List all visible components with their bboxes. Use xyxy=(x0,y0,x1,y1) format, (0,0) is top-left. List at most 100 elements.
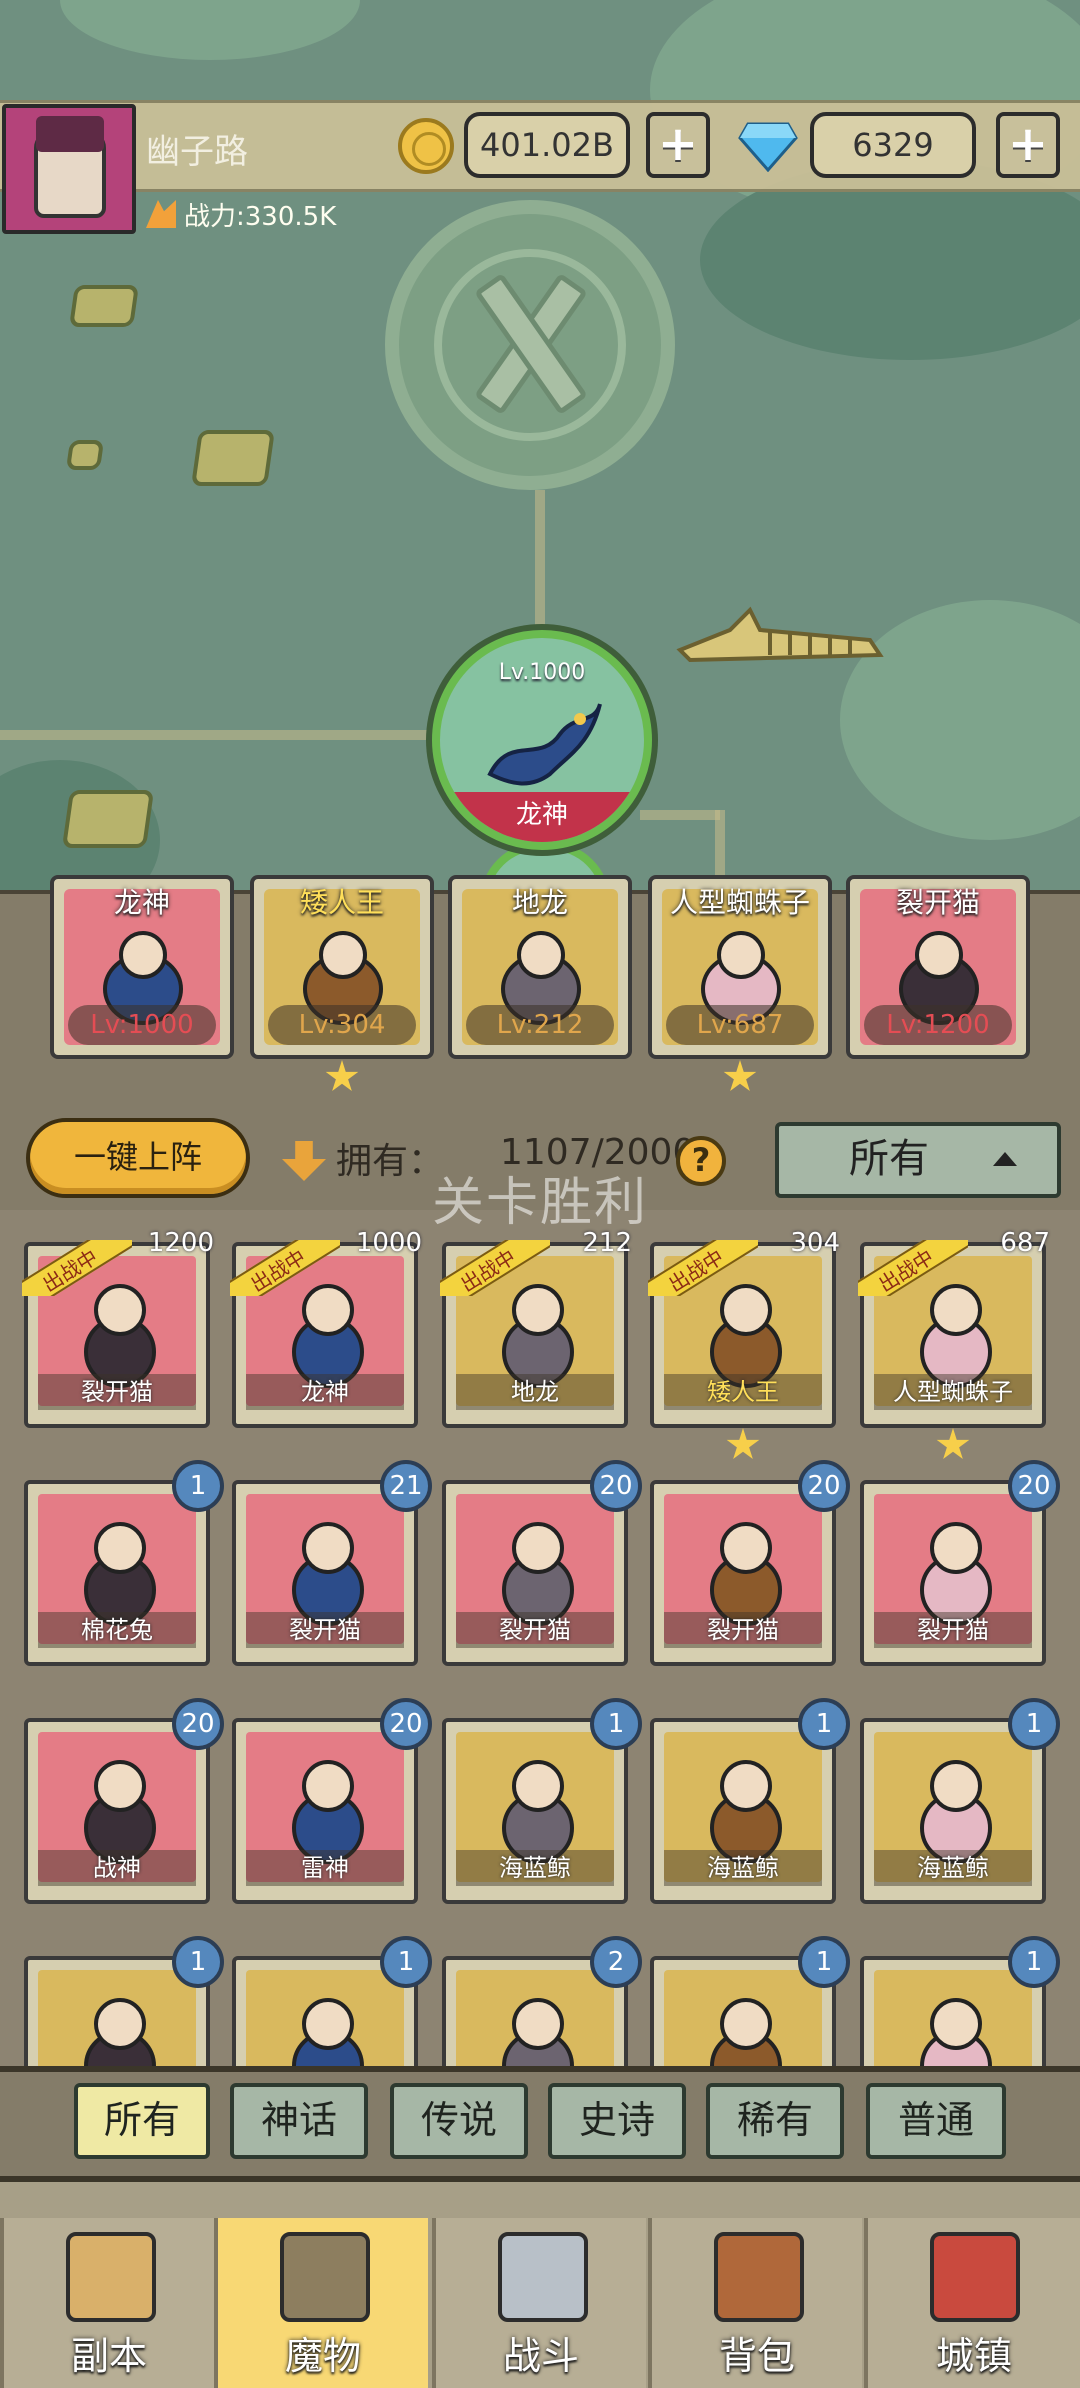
monster-card[interactable]: 裂开猫 出战中 1200 xyxy=(22,1228,214,1428)
monster-card[interactable]: 龙神 出战中 1000 xyxy=(230,1228,422,1428)
monster-count-badge: 20 xyxy=(798,1460,850,1512)
monster-roster-grid[interactable]: 裂开猫 出战中 1200 龙神 出战中 1000 地龙 出战中 212 矮人王 出战中 304 人型蜘蛛… xyxy=(0,1210,1080,2066)
monster-card[interactable]: 海蓝鲸 1 xyxy=(650,1698,850,1904)
combat-power: 战力:330.5K xyxy=(146,194,336,234)
gold-amount: 401.02B xyxy=(464,112,630,178)
nav-label: 战斗 xyxy=(502,2334,579,2378)
dragon-god-icon xyxy=(487,703,602,786)
monster-portrait xyxy=(710,1998,782,2066)
monster-portrait xyxy=(292,1522,364,1626)
monster-card-name: 人型蜘蛛子 xyxy=(874,1374,1032,1410)
lineup-monster-name: 裂开猫 xyxy=(895,886,980,919)
town-shop-icon xyxy=(930,2232,1020,2322)
deployed-tag: 出战中 xyxy=(648,1240,758,1296)
monster-card-name: 海蓝鲸 xyxy=(456,1850,614,1886)
monster-card[interactable]: 人型蜘蛛子 出战中 687 xyxy=(858,1228,1050,1428)
monster-card[interactable]: 1 xyxy=(24,1936,224,2066)
monster-card-name: 裂开猫 xyxy=(456,1612,614,1648)
monster-card[interactable]: 战神 20 xyxy=(24,1698,224,1904)
gem-amount: 6329 xyxy=(810,112,976,178)
lineup-monster-name: 人型蜘蛛子 xyxy=(669,886,810,919)
monster-count-badge: 1 xyxy=(590,1698,642,1750)
monster-count-badge: 2 xyxy=(590,1936,642,1988)
lineup-slot[interactable]: 裂开猫 Lv:1200 xyxy=(846,875,1030,1059)
monster-card-name: 雷神 xyxy=(246,1850,404,1886)
tab-rare[interactable]: 稀有 xyxy=(706,2083,844,2159)
monster-count-badge: 21 xyxy=(380,1460,432,1512)
monster-portrait xyxy=(502,1760,574,1864)
monster-count-badge: 1 xyxy=(172,1936,224,1988)
lineup-monster-name: 地龙 xyxy=(511,886,568,919)
monster-card[interactable]: 1 xyxy=(650,1936,850,2066)
avatar-mask xyxy=(36,116,104,152)
stage-victory-toast: 关卡胜利 xyxy=(431,1173,648,1233)
monster-portrait xyxy=(920,1760,992,1864)
monster-card[interactable]: 裂开猫 20 xyxy=(442,1460,642,1666)
map-path xyxy=(535,490,545,640)
gold-coin-icon xyxy=(398,118,454,174)
nav-dungeon[interactable]: 副本 xyxy=(0,2218,214,2388)
monster-portrait xyxy=(710,1522,782,1626)
player-name: 幽子路 xyxy=(146,132,248,172)
map-bush xyxy=(60,0,360,60)
tab-epic[interactable]: 史诗 xyxy=(548,2083,686,2159)
monster-count-badge: 20 xyxy=(1008,1460,1060,1512)
monster-card[interactable]: 裂开猫 20 xyxy=(860,1460,1060,1666)
current-stage-node[interactable]: Lv.1000 龙神 xyxy=(432,630,652,850)
lineup-slot[interactable]: 地龙 Lv:212 xyxy=(448,875,632,1059)
monster-card[interactable]: 矮人王 出战中 304 xyxy=(648,1228,840,1428)
tab-mythic[interactable]: 神话 xyxy=(230,2083,368,2159)
lineup-monster-level: Lv:304 xyxy=(268,1005,416,1045)
monster-card[interactable]: 地龙 出战中 212 xyxy=(440,1228,632,1428)
nav-backpack[interactable]: 背包 xyxy=(648,2218,862,2388)
deployed-ribbon: 出战中 xyxy=(22,1240,132,1296)
monster-count-badge: 1 xyxy=(1008,1936,1060,1988)
deployed-tag: 出战中 xyxy=(22,1240,132,1296)
add-gold-button[interactable]: + xyxy=(646,112,710,178)
monster-card[interactable]: 棉花兔 1 xyxy=(24,1460,224,1666)
monster-card[interactable]: 裂开猫 21 xyxy=(232,1460,432,1666)
monster-card-name: 矮人王 xyxy=(664,1374,822,1410)
map-island xyxy=(69,285,139,327)
monster-count-badge: 1 xyxy=(172,1460,224,1512)
map-path xyxy=(0,730,440,740)
monster-count-badge: 20 xyxy=(590,1460,642,1512)
monster-portrait xyxy=(920,1998,992,2066)
tab-legendary[interactable]: 传说 xyxy=(390,2083,528,2159)
monster-card[interactable]: 雷神 20 xyxy=(232,1698,432,1904)
monster-card-name: 裂开猫 xyxy=(38,1374,196,1410)
power-icon xyxy=(146,200,176,228)
monster-card[interactable]: 1 xyxy=(232,1936,432,2066)
deployed-tag: 出战中 xyxy=(440,1240,550,1296)
deployed-ribbon: 出战中 xyxy=(648,1240,758,1296)
diamond-icon xyxy=(738,122,798,172)
monster-portrait xyxy=(84,1760,156,1864)
monster-card[interactable]: 2 xyxy=(442,1936,642,2066)
nav-monsters[interactable]: 魔物 xyxy=(214,2218,428,2388)
nav-label: 副本 xyxy=(70,2334,147,2378)
deployed-ribbon: 出战中 xyxy=(858,1240,968,1296)
lineup-monster-name: 龙神 xyxy=(113,886,170,919)
monster-card[interactable]: 海蓝鲸 1 xyxy=(860,1698,1060,1904)
tab-common[interactable]: 普通 xyxy=(866,2083,1006,2159)
monster-card[interactable]: 1 xyxy=(860,1936,1060,2066)
star-icon xyxy=(936,1428,970,1459)
monster-card-name: 海蓝鲸 xyxy=(874,1850,1032,1886)
monster-count-badge: 20 xyxy=(172,1698,224,1750)
tab-all[interactable]: 所有 xyxy=(74,2083,210,2159)
player-avatar[interactable] xyxy=(2,104,136,234)
nav-town[interactable]: 城镇 xyxy=(864,2218,1080,2388)
monster-card[interactable]: 裂开猫 20 xyxy=(650,1460,850,1666)
lineup-monster-level: Lv:1000 xyxy=(68,1005,216,1045)
lineup-slot[interactable]: 人型蜘蛛子 Lv:687 xyxy=(648,875,832,1059)
monster-card[interactable]: 海蓝鲸 1 xyxy=(442,1698,642,1904)
boss-stage-node[interactable] xyxy=(385,200,675,490)
add-gem-button[interactable]: + xyxy=(996,112,1060,178)
monster-portrait xyxy=(84,1998,156,2066)
monster-portrait xyxy=(502,1522,574,1626)
lineup-slot[interactable]: 龙神 Lv:1000 xyxy=(50,875,234,1059)
nav-battle[interactable]: 战斗 xyxy=(432,2218,646,2388)
monster-card-name: 战神 xyxy=(38,1850,196,1886)
nav-label: 背包 xyxy=(718,2334,795,2378)
lineup-slot[interactable]: 矮人王 Lv:304 xyxy=(250,875,434,1059)
